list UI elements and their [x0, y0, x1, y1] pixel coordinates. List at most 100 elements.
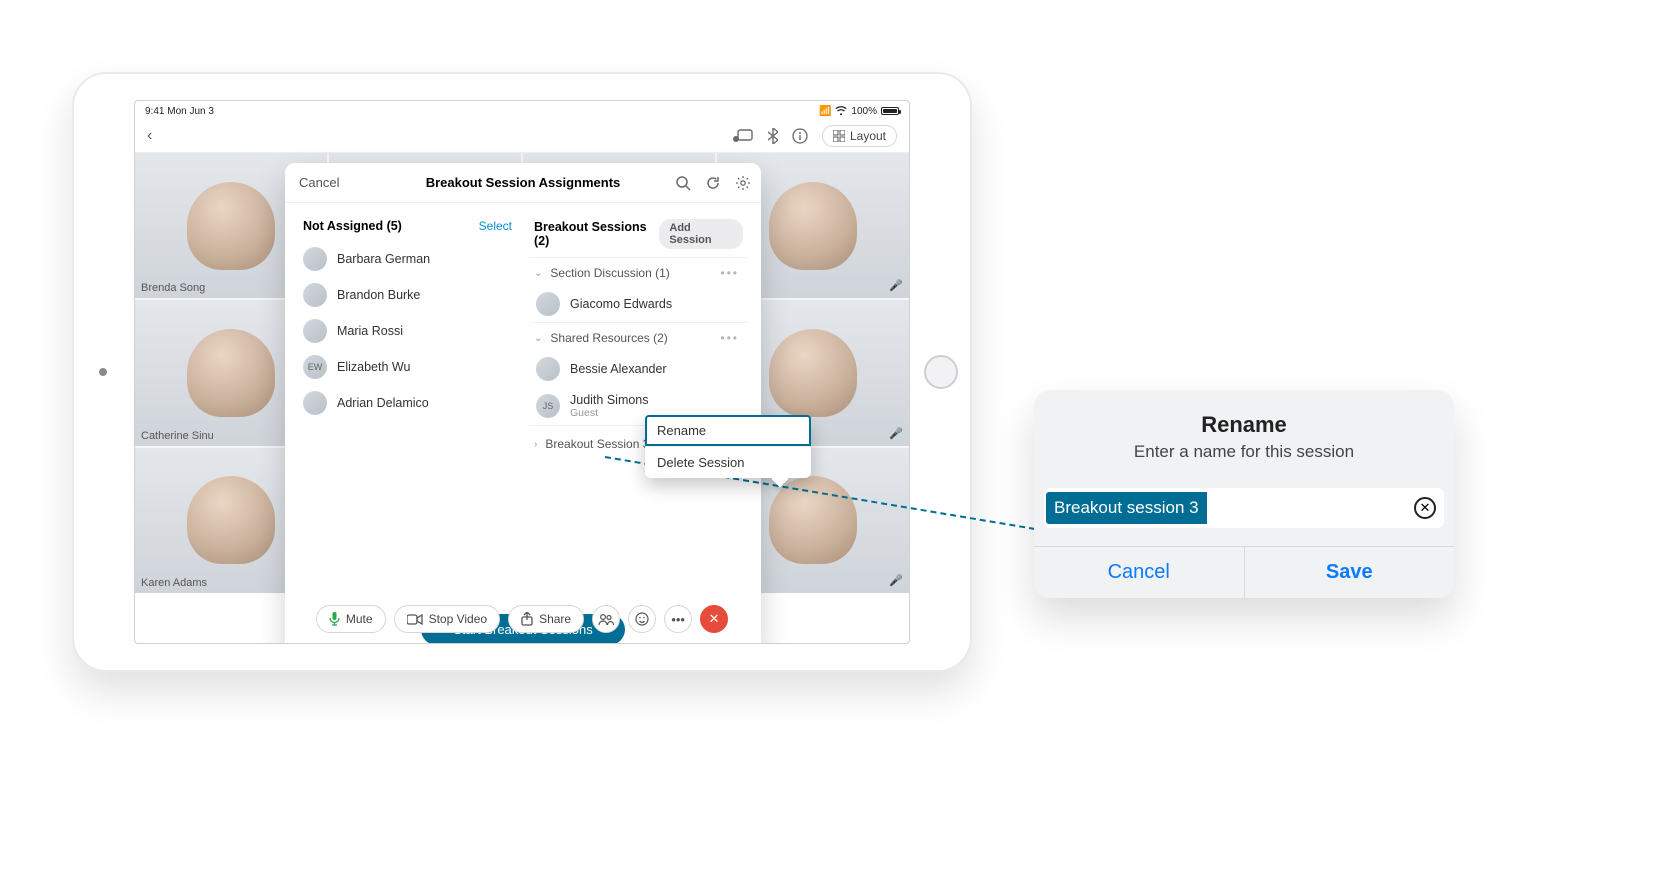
stop-video-button[interactable]: Stop Video	[394, 605, 501, 633]
person-row[interactable]: Maria Rossi	[297, 313, 518, 349]
rename-header: Rename Enter a name for this session	[1034, 390, 1454, 480]
battery-icon	[881, 107, 899, 115]
more-icon[interactable]: •••	[716, 266, 743, 280]
cancel-button[interactable]: Cancel	[299, 175, 339, 190]
person-name: Brandon Burke	[337, 288, 420, 302]
rename-dialog: Rename Enter a name for this session Bre…	[1034, 390, 1454, 598]
add-session-button[interactable]: Add Session	[659, 219, 743, 249]
person-name: Giacomo Edwards	[570, 297, 672, 311]
chevron-down-icon: ⌄	[534, 268, 542, 279]
info-icon[interactable]	[792, 128, 808, 144]
chevron-right-icon: ›	[534, 439, 537, 450]
more-icon[interactable]: •••	[716, 331, 743, 345]
more-button[interactable]: •••	[664, 605, 692, 633]
avatar	[303, 283, 327, 307]
sessions-heading: Breakout Sessions (2)	[534, 220, 659, 248]
person-row[interactable]: Adrian Delamico	[297, 385, 518, 421]
status-time: 9:41 Mon Jun 3	[145, 106, 214, 117]
sessions-column: Breakout Sessions (2) Add Session ⌄ Sect…	[528, 213, 749, 602]
ipad-frame: 9:41 Mon Jun 3 📶 100% ‹	[72, 72, 972, 672]
person-name: Barbara German	[337, 252, 430, 266]
bluetooth-icon[interactable]	[768, 128, 778, 144]
person-name: Maria Rossi	[337, 324, 403, 338]
rename-subtitle: Enter a name for this session	[1054, 442, 1434, 462]
mic-muted-icon: 🎤	[889, 427, 903, 440]
share-label: Share	[539, 612, 571, 626]
session-row[interactable]: ⌄ Section Discussion (1) •••	[530, 257, 747, 286]
share-icon	[521, 612, 533, 626]
stop-video-label: Stop Video	[429, 612, 488, 626]
avatar	[303, 391, 327, 415]
status-right: 📶 100%	[819, 106, 899, 117]
rename-input[interactable]: Breakout session 3 ✕	[1044, 488, 1444, 528]
microphone-icon	[329, 612, 340, 626]
person-name: Elizabeth Wu	[337, 360, 410, 374]
wifi-icon	[835, 106, 847, 116]
mute-button[interactable]: Mute	[316, 605, 386, 633]
dialog-title: Breakout Session Assignments	[426, 175, 621, 190]
person-row[interactable]: Brandon Burke	[297, 277, 518, 313]
session-name: Section Discussion (1)	[550, 266, 669, 280]
person-role: Guest	[570, 407, 649, 419]
rename-title: Rename	[1054, 412, 1434, 438]
person-row[interactable]: Bessie Alexander	[530, 351, 747, 387]
session-name: Shared Resources (2)	[550, 331, 667, 345]
rename-footer: Cancel Save	[1034, 546, 1454, 598]
more-icon: •••	[671, 612, 685, 627]
avatar	[536, 292, 560, 316]
participants-button[interactable]	[592, 605, 620, 633]
app-topbar: ‹ Layout	[135, 119, 909, 153]
mic-active-icon: 🎤	[889, 574, 903, 587]
person-name: Adrian Delamico	[337, 396, 429, 410]
person-row[interactable]: Barbara German	[297, 241, 518, 277]
person-row[interactable]: Giacomo Edwards	[530, 286, 747, 322]
gear-icon[interactable]	[735, 175, 751, 191]
rename-menu-item[interactable]: Rename	[645, 415, 811, 446]
avatar	[303, 247, 327, 271]
ipad-screen: 9:41 Mon Jun 3 📶 100% ‹	[134, 100, 910, 644]
grid-icon	[833, 130, 845, 142]
person-name: Bessie Alexander	[570, 362, 667, 376]
session-row[interactable]: ⌄ Shared Resources (2) •••	[530, 322, 747, 351]
person-name: Judith Simons	[570, 393, 649, 407]
share-button[interactable]: Share	[508, 605, 584, 633]
bezel-left	[72, 72, 134, 672]
end-call-button[interactable]: ✕	[700, 605, 728, 633]
select-button[interactable]: Select	[479, 219, 512, 233]
back-chevron-icon[interactable]: ‹	[147, 127, 152, 145]
rename-cancel-button[interactable]: Cancel	[1034, 547, 1244, 598]
presenter-icon[interactable]	[732, 128, 754, 144]
search-icon[interactable]	[675, 175, 691, 191]
close-icon: ✕	[709, 611, 720, 627]
person-row[interactable]: EW Elizabeth Wu	[297, 349, 518, 385]
clear-icon[interactable]: ✕	[1414, 497, 1436, 519]
avatar: JS	[536, 394, 560, 418]
layout-button[interactable]: Layout	[822, 125, 897, 147]
rename-input-value: Breakout session 3	[1046, 492, 1207, 524]
mic-muted-icon: 🎤	[889, 279, 903, 292]
avatar	[303, 319, 327, 343]
avatar	[536, 357, 560, 381]
breakout-dialog: Cancel Breakout Session Assignments	[285, 163, 761, 644]
not-assigned-column: Not Assigned (5) Select Barbara German B…	[297, 213, 518, 602]
not-assigned-heading: Not Assigned (5)	[303, 219, 402, 233]
video-icon	[407, 614, 423, 625]
status-bar: 9:41 Mon Jun 3 📶 100%	[135, 101, 909, 119]
bezel-right	[910, 72, 972, 672]
refresh-icon[interactable]	[705, 175, 721, 191]
layout-label: Layout	[850, 129, 886, 143]
rename-save-button[interactable]: Save	[1244, 547, 1455, 598]
home-button[interactable]	[924, 355, 958, 389]
mute-label: Mute	[346, 612, 373, 626]
battery-label: 100%	[851, 106, 877, 117]
avatar: EW	[303, 355, 327, 379]
call-toolbar: Mute Stop Video Share ••• ✕	[135, 605, 909, 633]
front-camera-icon	[99, 368, 107, 376]
signal-icon: 📶	[819, 106, 831, 117]
delete-session-menu-item[interactable]: Delete Session	[645, 446, 811, 478]
dialog-tools	[675, 175, 751, 191]
context-menu: Rename Delete Session	[645, 415, 811, 478]
dialog-header: Cancel Breakout Session Assignments	[285, 163, 761, 203]
chevron-down-icon: ⌄	[534, 333, 542, 344]
reactions-button[interactable]	[628, 605, 656, 633]
